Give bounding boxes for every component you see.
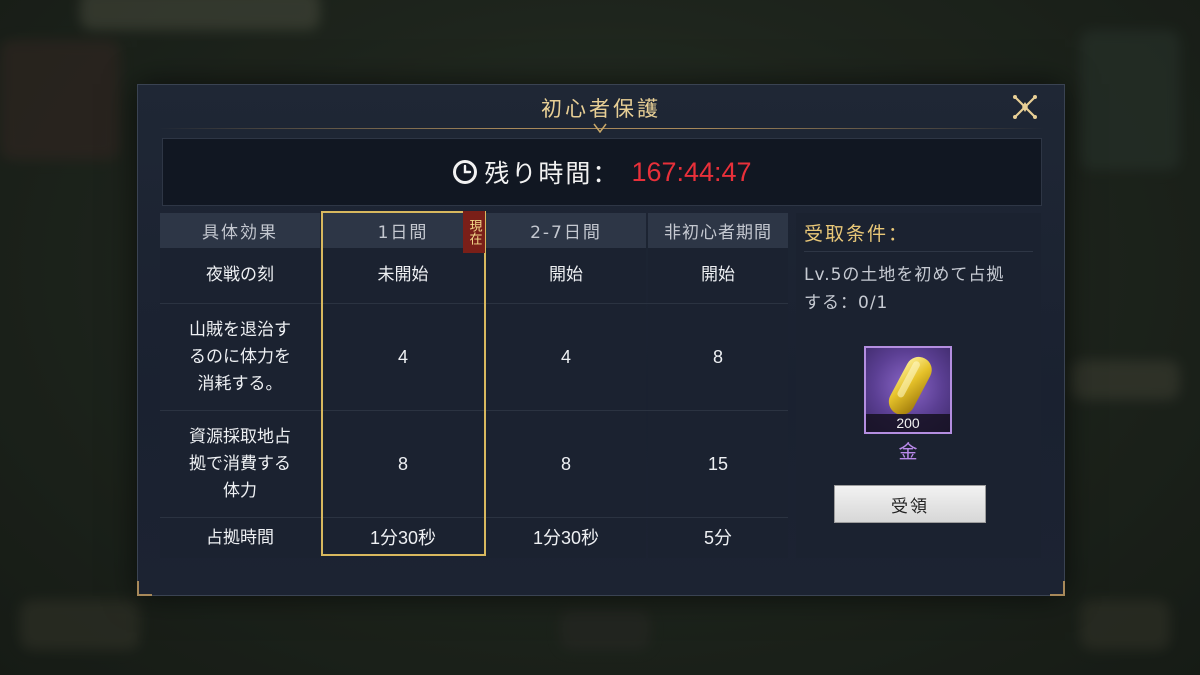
effect-cell-occupy-time: 占拠時間	[206, 527, 274, 548]
effect-column: 具体効果 夜戦の刻 山賊を退治す るのに体力を 消耗する。 資源採取地占 拠で消…	[160, 213, 320, 558]
column-header-day1: 1日間	[322, 213, 484, 248]
effect-cell-bandit-stamina: 山賊を退治す るのに体力を 消耗する。	[189, 319, 291, 394]
table-cell: 開始	[549, 265, 583, 285]
effect-cell-night-battle: 夜戦の刻	[206, 265, 274, 285]
conditions-text: Lv.5の土地を初めて占拠 する：0/1	[804, 265, 1005, 313]
title-ornament-icon	[593, 123, 607, 133]
table-cell: 未開始	[377, 265, 429, 285]
column-header-non-beginner: 非初心者期間	[648, 213, 788, 248]
corner-ornament-icon	[137, 581, 152, 596]
table-cell: 8	[560, 453, 571, 474]
non-beginner-column: 非初心者期間 開始 8 15 5分	[648, 213, 788, 558]
reward-item[interactable]: 200	[864, 346, 952, 434]
row-divider	[160, 517, 788, 518]
claim-conditions-panel: 受取条件： Lv.5の土地を初めて占拠 する：0/1 200 金 受領	[796, 213, 1041, 558]
clock-icon	[453, 160, 478, 184]
remaining-time-box: 残り時間： 167:44:47	[162, 138, 1042, 206]
remaining-time-label: 残り時間：	[484, 159, 620, 188]
corner-ornament-icon	[1050, 581, 1065, 596]
dialog-title: 初心者保護	[541, 97, 661, 121]
conditions-title: 受取条件：	[804, 223, 910, 245]
conditions-divider	[804, 251, 1033, 252]
column-header-day2-7: 2-7日間	[486, 213, 646, 248]
row-divider	[160, 303, 788, 304]
reward-count: 200	[866, 414, 950, 432]
table-cell: 1分30秒	[369, 527, 437, 548]
table-cell: 4	[560, 346, 571, 367]
beginner-protection-dialog: 初心者保護 残り時間： 167:44:47 具体効果 夜戦の刻 山賊を退治す る…	[137, 84, 1065, 596]
claim-button[interactable]: 受領	[834, 485, 986, 523]
reward-name: 金	[898, 441, 918, 463]
table-cell: 15	[707, 453, 729, 474]
current-badge: 現在	[463, 211, 485, 253]
remaining-time-value: 167:44:47	[631, 156, 752, 187]
table-cell: 8	[397, 453, 408, 474]
table-cell: 5分	[703, 527, 732, 548]
table-cell: 4	[397, 346, 408, 367]
effects-table: 具体効果 夜戦の刻 山賊を退治す るのに体力を 消耗する。 資源採取地占 拠で消…	[160, 211, 788, 558]
table-cell: 8	[712, 346, 723, 367]
close-icon[interactable]	[1008, 90, 1042, 124]
row-divider	[160, 410, 788, 411]
table-cell: 開始	[701, 265, 735, 285]
day2-7-column: 2-7日間 開始 4 8 1分30秒	[486, 213, 646, 558]
table-cell: 1分30秒	[532, 527, 600, 548]
effect-cell-resource-stamina: 資源採取地占 拠で消費する 体力	[189, 426, 291, 501]
day1-column: 1日間 未開始 4 8 1分30秒	[322, 213, 484, 558]
dialog-header: 初心者保護	[138, 85, 1064, 133]
column-header-effect: 具体効果	[160, 213, 320, 248]
